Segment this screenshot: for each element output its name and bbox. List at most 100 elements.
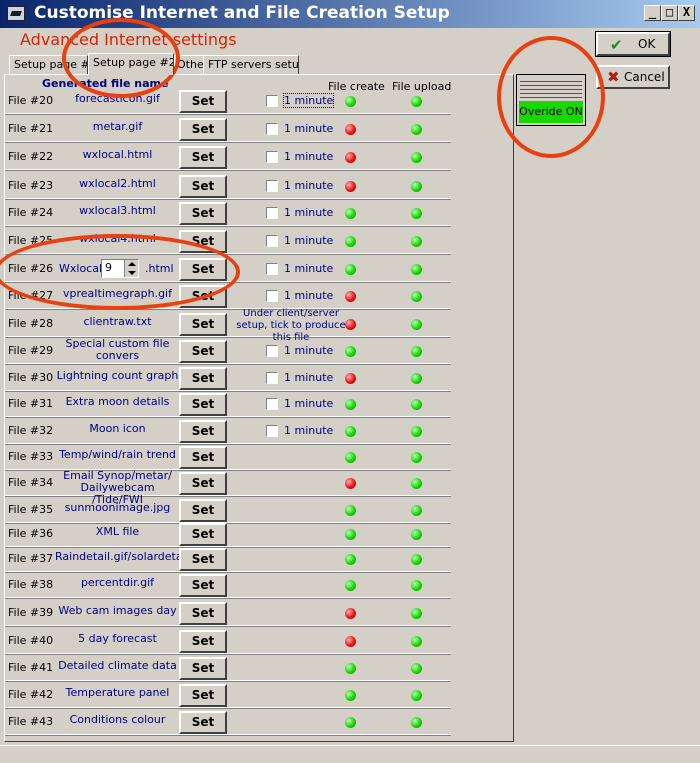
file-row: File #31 Extra moon details Set 1 minute bbox=[5, 391, 451, 417]
file-name: Special custom file convers bbox=[65, 338, 170, 362]
file-name: clientraw.txt bbox=[83, 316, 152, 328]
close-button[interactable]: X bbox=[678, 5, 695, 21]
file-number: File #21 bbox=[8, 122, 54, 135]
file-name: XML file bbox=[95, 526, 140, 538]
file-upload-status-icon bbox=[411, 717, 422, 728]
interval-label[interactable]: 1 minute bbox=[284, 150, 333, 163]
interval-checkbox[interactable] bbox=[266, 263, 278, 275]
set-button[interactable]: Set bbox=[179, 90, 227, 113]
file-name: wxlocal3.html bbox=[79, 205, 156, 217]
interval-label[interactable]: 1 minute bbox=[284, 371, 333, 384]
interval-label[interactable]: 1 minute bbox=[284, 179, 333, 192]
interval-checkbox[interactable] bbox=[266, 425, 278, 437]
file-name: metar.gif bbox=[92, 121, 143, 133]
file-row: File #32 Moon icon Set 1 minute bbox=[5, 418, 451, 444]
file-name: Raindetail.gif/solardetail bbox=[55, 551, 180, 563]
interval-label[interactable]: 1 minute bbox=[284, 424, 333, 437]
file-upload-status-icon bbox=[411, 264, 422, 275]
set-button[interactable]: Set bbox=[179, 313, 227, 336]
file-create-status-icon bbox=[345, 264, 356, 275]
minimize-button[interactable]: _ bbox=[644, 5, 661, 21]
set-button[interactable]: Set bbox=[179, 472, 227, 495]
set-button[interactable]: Set bbox=[179, 630, 227, 653]
file-number: File #32 bbox=[8, 424, 54, 437]
cancel-button[interactable]: ✖ Cancel bbox=[596, 65, 670, 89]
status-bar bbox=[0, 745, 700, 763]
file-upload-status-icon bbox=[411, 505, 422, 516]
interval-checkbox[interactable] bbox=[266, 207, 278, 219]
set-button[interactable]: Set bbox=[179, 657, 227, 680]
interval-label[interactable]: 1 minute bbox=[284, 206, 333, 219]
file-number: File #40 bbox=[8, 634, 54, 647]
ok-label: OK bbox=[638, 37, 656, 51]
set-button[interactable]: Set bbox=[179, 446, 227, 469]
set-button[interactable]: Set bbox=[179, 118, 227, 141]
set-button[interactable]: Set bbox=[179, 340, 227, 363]
interval-label[interactable]: 1 minute bbox=[284, 344, 333, 357]
tab-setup-page-2[interactable]: Setup page #2 bbox=[88, 53, 174, 75]
set-button[interactable]: Set bbox=[179, 684, 227, 707]
interval-checkbox[interactable] bbox=[266, 345, 278, 357]
tab-ftp-servers-setup[interactable]: FTP servers setup bbox=[203, 55, 299, 75]
file-number: File #24 bbox=[8, 206, 54, 219]
file-create-status-icon bbox=[345, 152, 356, 163]
interval-label[interactable]: 1 minute bbox=[284, 234, 333, 247]
file-name: Extra moon details bbox=[65, 396, 170, 408]
file-create-status-icon bbox=[345, 663, 356, 674]
file-number: File #43 bbox=[8, 715, 54, 728]
file-create-status-icon bbox=[345, 580, 356, 591]
file-row: File #37 Raindetail.gif/solardetail Set bbox=[5, 546, 451, 572]
checkmark-icon: ✔ bbox=[610, 36, 623, 54]
file-name: 5 day forecast bbox=[78, 633, 157, 645]
file-upload-status-icon bbox=[411, 181, 422, 192]
file-name: Moon icon bbox=[89, 423, 146, 435]
interval-checkbox[interactable] bbox=[266, 151, 278, 163]
file-create-status-icon bbox=[345, 346, 356, 357]
interval-checkbox[interactable] bbox=[266, 123, 278, 135]
file-number: File #20 bbox=[8, 94, 54, 107]
set-button[interactable]: Set bbox=[179, 393, 227, 416]
set-button[interactable]: Set bbox=[179, 499, 227, 522]
ok-button[interactable]: ✔ OK bbox=[595, 31, 671, 57]
file-row: File #43 Conditions colour Set bbox=[5, 709, 451, 735]
file-number: File #42 bbox=[8, 688, 54, 701]
set-button[interactable]: Set bbox=[179, 175, 227, 198]
interval-label[interactable]: 1 minute bbox=[284, 122, 333, 135]
file-row: File #41 Detailed climate data Set bbox=[5, 655, 451, 681]
file-row: File #39 Web cam images day Set bbox=[5, 600, 451, 626]
interval-label[interactable]: 1 minute bbox=[284, 397, 333, 410]
file-create-status-icon bbox=[345, 717, 356, 728]
file-number: File #29 bbox=[8, 344, 54, 357]
file-create-status-icon bbox=[345, 478, 356, 489]
interval-checkbox[interactable] bbox=[266, 372, 278, 384]
file-number: File #22 bbox=[8, 150, 54, 163]
set-button[interactable]: Set bbox=[179, 367, 227, 390]
file-upload-status-icon bbox=[411, 478, 422, 489]
file-upload-status-icon bbox=[411, 554, 422, 565]
file-create-status-icon bbox=[345, 124, 356, 135]
set-button[interactable]: Set bbox=[179, 574, 227, 597]
interval-label[interactable]: 1 minute bbox=[282, 93, 335, 108]
interval-checkbox[interactable] bbox=[266, 290, 278, 302]
set-button[interactable]: Set bbox=[179, 420, 227, 443]
file-create-status-icon bbox=[345, 373, 356, 384]
set-button[interactable]: Set bbox=[179, 523, 227, 546]
file-upload-status-icon bbox=[411, 426, 422, 437]
interval-checkbox[interactable] bbox=[266, 95, 278, 107]
interval-checkbox[interactable] bbox=[266, 398, 278, 410]
set-button[interactable]: Set bbox=[179, 602, 227, 625]
set-button[interactable]: Set bbox=[179, 202, 227, 225]
maximize-button[interactable]: □ bbox=[661, 5, 678, 21]
interval-label[interactable]: 1 minute bbox=[284, 262, 333, 275]
file-upload-status-icon bbox=[411, 152, 422, 163]
interval-label[interactable]: 1 minute bbox=[284, 289, 333, 302]
set-button[interactable]: Set bbox=[179, 711, 227, 734]
file-number: File #28 bbox=[8, 317, 54, 330]
window-title: Customise Internet and File Creation Set… bbox=[34, 3, 450, 23]
set-button[interactable]: Set bbox=[179, 548, 227, 571]
set-button[interactable]: Set bbox=[179, 146, 227, 169]
file-upload-status-icon bbox=[411, 690, 422, 701]
file-name: wxlocal2.html bbox=[79, 178, 156, 190]
interval-checkbox[interactable] bbox=[266, 235, 278, 247]
interval-checkbox[interactable] bbox=[266, 180, 278, 192]
